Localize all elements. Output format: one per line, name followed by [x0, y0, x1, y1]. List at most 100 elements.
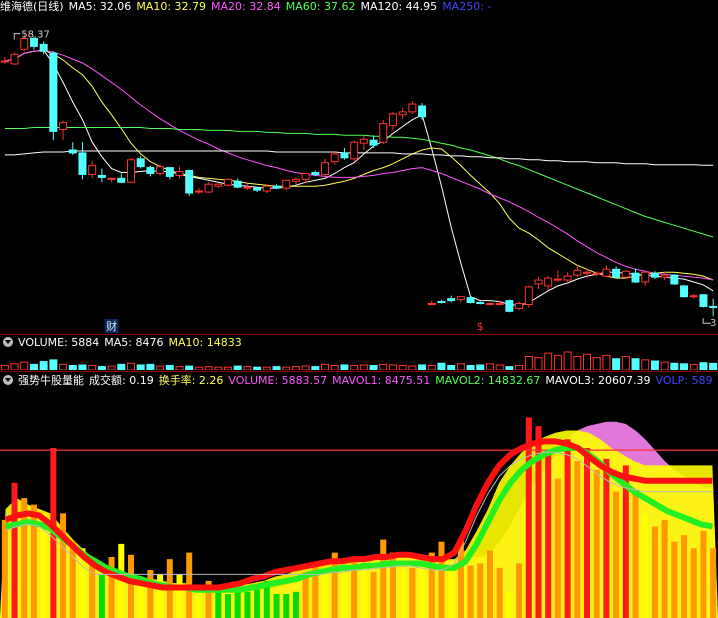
- candlestick[interactable]: [418, 103, 427, 120]
- candlestick[interactable]: [321, 158, 330, 176]
- candlestick[interactable]: [573, 265, 582, 278]
- main-legend-item-0: MA5: 32.06: [68, 0, 132, 13]
- candlestick[interactable]: [379, 119, 388, 145]
- candlestick[interactable]: [612, 266, 621, 279]
- indicator-chart[interactable]: [0, 390, 718, 618]
- candlestick[interactable]: [272, 184, 281, 190]
- candlestick[interactable]: [117, 173, 126, 184]
- candlestick[interactable]: [136, 155, 145, 169]
- candlestick[interactable]: [689, 293, 698, 299]
- volume-bar: [515, 365, 524, 370]
- indicator-bar: [341, 565, 348, 618]
- candlestick[interactable]: [699, 294, 708, 308]
- candlestick[interactable]: [408, 101, 417, 114]
- volume-bar: [476, 364, 485, 370]
- event-marker[interactable]: $: [477, 320, 484, 333]
- candlestick[interactable]: [534, 277, 543, 289]
- candlestick[interactable]: [359, 136, 368, 150]
- candlestick[interactable]: [602, 265, 611, 278]
- indicator-bar: [671, 541, 678, 618]
- candlestick[interactable]: [107, 177, 116, 183]
- candlestick[interactable]: [447, 295, 456, 303]
- candlestick[interactable]: [680, 284, 689, 298]
- volume-bar: [544, 352, 553, 370]
- candlestick[interactable]: [214, 183, 223, 189]
- candlestick[interactable]: [456, 295, 465, 303]
- candlestick[interactable]: [641, 270, 650, 286]
- candlestick[interactable]: [369, 135, 378, 149]
- indicator-bar: [564, 439, 571, 618]
- gear-icon[interactable]: [3, 337, 13, 347]
- candlestick[interactable]: [146, 165, 155, 177]
- candlestick[interactable]: [88, 160, 97, 179]
- event-marker[interactable]: 财: [106, 319, 117, 333]
- candlestick[interactable]: [126, 157, 135, 184]
- volume-bar: [524, 356, 533, 370]
- candlestick[interactable]: [350, 140, 359, 162]
- indicator-bar: [157, 574, 164, 618]
- candlestick[interactable]: [224, 178, 233, 187]
- candlestick[interactable]: [524, 285, 533, 308]
- indicator-bar: [477, 563, 484, 618]
- candlestick[interactable]: [670, 274, 679, 285]
- candlestick[interactable]: [253, 187, 262, 193]
- candlestick[interactable]: [156, 164, 165, 176]
- candlestick[interactable]: [185, 169, 194, 196]
- volume-bar: [165, 365, 174, 370]
- candlestick[interactable]: [427, 300, 436, 306]
- candlestick[interactable]: [466, 295, 475, 304]
- volume-bar: [563, 351, 572, 370]
- candlestick[interactable]: [78, 142, 87, 180]
- candlestick[interactable]: [68, 142, 77, 155]
- volume-bar: [253, 366, 262, 370]
- candlestick[interactable]: [291, 177, 300, 185]
- candlestick[interactable]: [243, 184, 252, 191]
- price-chart[interactable]: 58.373财 $: [0, 14, 718, 334]
- candlestick[interactable]: [476, 301, 485, 305]
- candlestick[interactable]: [553, 270, 562, 282]
- candlestick[interactable]: [398, 107, 407, 119]
- main-legend-item-3: MA60: 37.62: [285, 0, 356, 13]
- volume-bar: [301, 365, 310, 370]
- indicator-bar: [486, 550, 493, 618]
- ind-legend-item-3: MAVOL1: 8475.51: [332, 374, 431, 387]
- candlestick[interactable]: [505, 299, 514, 313]
- volume-bar: [340, 364, 349, 370]
- ind-legend-item-4: MAVOL2: 14832.67: [435, 374, 541, 387]
- candlestick[interactable]: [97, 168, 106, 183]
- candlestick[interactable]: [544, 276, 553, 290]
- volume-bar: [573, 356, 582, 370]
- volume-bar: [709, 362, 718, 370]
- volume-bar: [126, 362, 135, 370]
- candlestick[interactable]: [49, 51, 58, 141]
- candlestick[interactable]: [563, 272, 572, 283]
- candlestick[interactable]: [515, 301, 524, 311]
- candlestick[interactable]: [233, 178, 242, 189]
- volume-bar: [78, 364, 87, 370]
- candlestick[interactable]: [709, 298, 718, 317]
- volume-bar: [689, 363, 698, 370]
- candlestick[interactable]: [10, 52, 19, 65]
- ma-line-ma20: [4, 49, 714, 281]
- candlestick[interactable]: [340, 148, 349, 160]
- candlestick[interactable]: [282, 179, 291, 191]
- candlestick[interactable]: [165, 167, 174, 180]
- candlestick[interactable]: [631, 268, 640, 283]
- volume-bar: [311, 366, 320, 370]
- candlestick[interactable]: [330, 150, 339, 165]
- volume-bar: [583, 353, 592, 370]
- candlestick[interactable]: [175, 166, 184, 179]
- candlestick[interactable]: [485, 302, 494, 306]
- candlestick[interactable]: [194, 188, 203, 194]
- volume-bar: [262, 366, 271, 370]
- candlestick[interactable]: [437, 299, 446, 304]
- candlestick[interactable]: [39, 41, 48, 55]
- volume-bar: [398, 365, 407, 370]
- gear-icon[interactable]: [3, 375, 13, 385]
- volume-chart[interactable]: [0, 350, 718, 370]
- candlestick[interactable]: [0, 57, 9, 64]
- candlestick[interactable]: [388, 111, 397, 131]
- candlestick[interactable]: [59, 120, 68, 141]
- candlestick[interactable]: [204, 182, 213, 194]
- main-legend-item-1: MA10: 32.79: [136, 0, 207, 13]
